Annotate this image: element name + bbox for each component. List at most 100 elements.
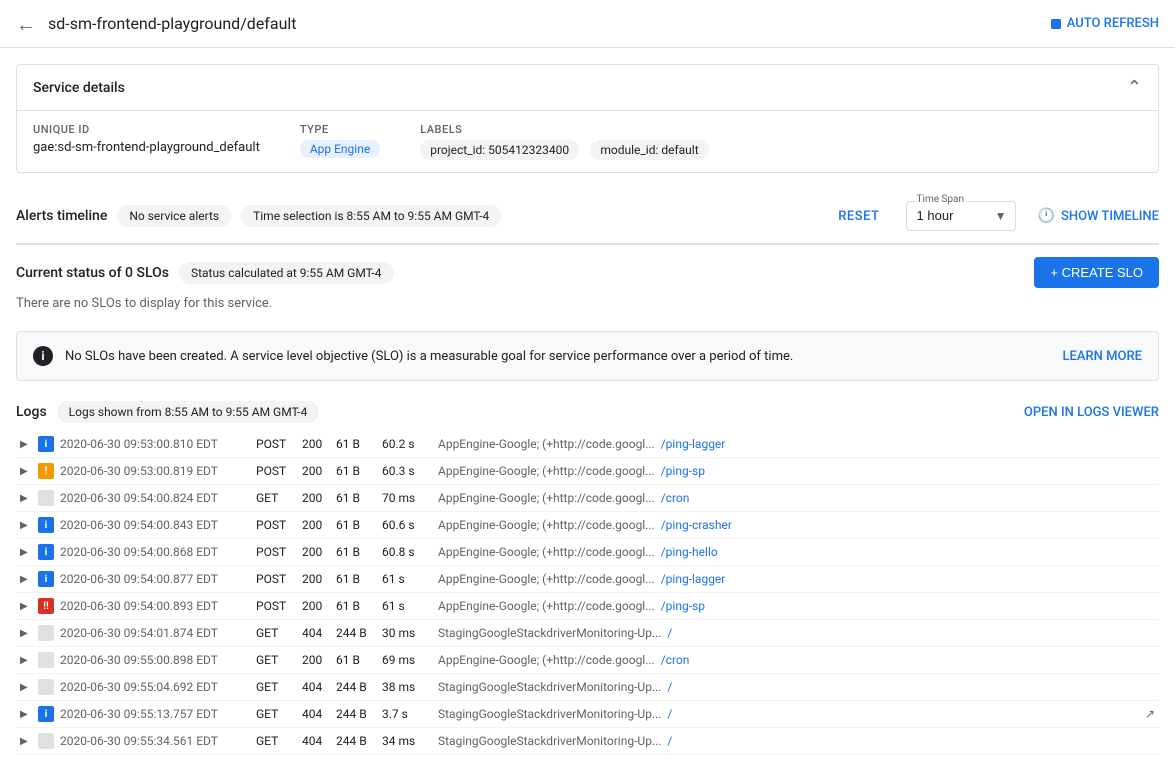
alerts-section: Alerts timeline No service alerts Time s… bbox=[16, 189, 1159, 244]
log-severity-icon: ! bbox=[38, 463, 54, 479]
label-chip-1: project_id: 505412323400 bbox=[420, 140, 579, 160]
log-agent: AppEngine-Google; (+http://code.googl... bbox=[438, 572, 655, 586]
log-severity-icon bbox=[38, 652, 54, 668]
external-link-icon[interactable]: ↗ bbox=[1145, 707, 1155, 721]
log-path[interactable]: / bbox=[667, 707, 672, 721]
log-duration: 60.3 s bbox=[382, 464, 432, 478]
log-datetime: 2020-06-30 09:55:04.692 EDT bbox=[60, 680, 250, 694]
log-path[interactable]: /ping-crasher bbox=[661, 518, 732, 532]
info-banner-text: No SLOs have been created. A service lev… bbox=[65, 349, 1051, 364]
log-method: POST bbox=[256, 437, 296, 451]
log-agent: AppEngine-Google; (+http://code.googl... bbox=[438, 545, 655, 559]
log-status: 200 bbox=[302, 464, 330, 478]
log-row: ▶ 2020-06-30 09:55:34.561 EDT GET 404 24… bbox=[16, 728, 1159, 755]
expand-log-button[interactable]: ▶ bbox=[20, 520, 32, 531]
log-method: GET bbox=[256, 626, 296, 640]
log-method: GET bbox=[256, 680, 296, 694]
log-agent: StagingGoogleStackdriverMonitoring-Up... bbox=[438, 680, 661, 694]
create-slo-button[interactable]: + CREATE SLO bbox=[1034, 257, 1159, 288]
reset-button[interactable]: RESET bbox=[838, 209, 879, 224]
show-timeline-button[interactable]: 🕛 SHOW TIMELINE bbox=[1038, 208, 1159, 224]
time-span-label: Time Span bbox=[915, 194, 966, 205]
log-path[interactable]: /ping-sp bbox=[661, 464, 705, 478]
back-button[interactable]: ← bbox=[16, 14, 36, 34]
log-method: POST bbox=[256, 518, 296, 532]
log-status: 200 bbox=[302, 437, 330, 451]
auto-refresh-button[interactable]: AUTO REFRESH bbox=[1051, 16, 1159, 31]
expand-log-button[interactable]: ▶ bbox=[20, 547, 32, 558]
log-size: 61 B bbox=[336, 437, 376, 451]
log-row: ▶ !! 2020-06-30 09:54:00.893 EDT POST 20… bbox=[16, 593, 1159, 620]
chevron-down-icon: ▼ bbox=[995, 209, 1007, 223]
log-row: ▶ i 2020-06-30 09:54:00.868 EDT POST 200… bbox=[16, 539, 1159, 566]
log-status: 404 bbox=[302, 707, 330, 721]
log-severity-icon bbox=[38, 679, 54, 695]
log-path[interactable]: /cron bbox=[661, 491, 690, 505]
log-status: 200 bbox=[302, 653, 330, 667]
log-size: 61 B bbox=[336, 491, 376, 505]
collapse-button[interactable]: ⌃ bbox=[1127, 77, 1142, 98]
service-details-card: Service details ⌃ UNIQUE ID gae:sd-sm-fr… bbox=[16, 64, 1159, 173]
expand-log-button[interactable]: ▶ bbox=[20, 574, 32, 585]
expand-log-button[interactable]: ▶ bbox=[20, 493, 32, 504]
log-severity-icon: !! bbox=[38, 598, 54, 614]
no-alerts-pill: No service alerts bbox=[117, 205, 231, 227]
expand-log-button[interactable]: ▶ bbox=[20, 628, 32, 639]
status-row: Current status of 0 SLOs Status calculat… bbox=[16, 245, 1159, 296]
log-duration: 60.6 s bbox=[382, 518, 432, 532]
auto-refresh-label: AUTO REFRESH bbox=[1067, 16, 1159, 31]
log-agent: AppEngine-Google; (+http://code.googl... bbox=[438, 653, 655, 667]
expand-log-button[interactable]: ▶ bbox=[20, 655, 32, 666]
log-agent: AppEngine-Google; (+http://code.googl... bbox=[438, 518, 655, 532]
log-size: 244 B bbox=[336, 680, 376, 694]
log-path[interactable]: / bbox=[667, 680, 672, 694]
expand-log-button[interactable]: ▶ bbox=[20, 601, 32, 612]
expand-log-button[interactable]: ▶ bbox=[20, 736, 32, 747]
log-duration: 61 s bbox=[382, 572, 432, 586]
log-duration: 70 ms bbox=[382, 491, 432, 505]
log-path[interactable]: /ping-lagger bbox=[661, 572, 726, 586]
log-row: ▶ i 2020-06-30 09:54:00.843 EDT POST 200… bbox=[16, 512, 1159, 539]
service-details-body: UNIQUE ID gae:sd-sm-frontend-playground_… bbox=[17, 111, 1158, 172]
logs-section: Logs Logs shown from 8:55 AM to 9:55 AM … bbox=[16, 393, 1159, 755]
log-size: 61 B bbox=[336, 464, 376, 478]
logs-time-pill: Logs shown from 8:55 AM to 9:55 AM GMT-4 bbox=[57, 401, 320, 423]
log-path[interactable]: / bbox=[667, 626, 672, 640]
labels-field: LABELS project_id: 505412323400 module_i… bbox=[420, 123, 708, 160]
status-chip: Status calculated at 9:55 AM GMT-4 bbox=[179, 262, 394, 284]
log-method: POST bbox=[256, 599, 296, 613]
open-logs-viewer-button[interactable]: OPEN IN LOGS VIEWER bbox=[1024, 405, 1159, 420]
learn-more-button[interactable]: LEARN MORE bbox=[1063, 349, 1142, 364]
log-duration: 38 ms bbox=[382, 680, 432, 694]
logs-header: Logs Logs shown from 8:55 AM to 9:55 AM … bbox=[16, 393, 1159, 431]
log-duration: 30 ms bbox=[382, 626, 432, 640]
log-status: 200 bbox=[302, 491, 330, 505]
log-duration: 34 ms bbox=[382, 734, 432, 748]
log-status: 200 bbox=[302, 518, 330, 532]
log-agent: AppEngine-Google; (+http://code.googl... bbox=[438, 599, 655, 613]
logs-container: ▶ i 2020-06-30 09:53:00.810 EDT POST 200… bbox=[16, 431, 1159, 755]
log-method: GET bbox=[256, 707, 296, 721]
time-span-select[interactable]: 1 hour 6 hours 1 day 1 week bbox=[917, 208, 987, 223]
expand-log-button[interactable]: ▶ bbox=[20, 439, 32, 450]
log-row: ▶ 2020-06-30 09:54:01.874 EDT GET 404 24… bbox=[16, 620, 1159, 647]
log-row: ▶ 2020-06-30 09:54:00.824 EDT GET 200 61… bbox=[16, 485, 1159, 512]
log-duration: 60.2 s bbox=[382, 437, 432, 451]
log-row: ▶ i 2020-06-30 09:53:00.810 EDT POST 200… bbox=[16, 431, 1159, 458]
expand-log-button[interactable]: ▶ bbox=[20, 709, 32, 720]
info-banner: i No SLOs have been created. A service l… bbox=[16, 331, 1159, 381]
log-status: 200 bbox=[302, 545, 330, 559]
log-path[interactable]: /cron bbox=[661, 653, 690, 667]
expand-log-button[interactable]: ▶ bbox=[20, 466, 32, 477]
log-path[interactable]: /ping-lagger bbox=[661, 437, 726, 451]
log-status: 200 bbox=[302, 599, 330, 613]
log-status: 404 bbox=[302, 734, 330, 748]
log-status: 200 bbox=[302, 572, 330, 586]
log-method: GET bbox=[256, 653, 296, 667]
log-path[interactable]: /ping-hello bbox=[661, 545, 718, 559]
clock-icon: 🕛 bbox=[1038, 208, 1055, 224]
expand-log-button[interactable]: ▶ bbox=[20, 682, 32, 693]
unique-id-label: UNIQUE ID bbox=[33, 123, 260, 136]
log-path[interactable]: /ping-sp bbox=[661, 599, 705, 613]
log-path[interactable]: / bbox=[667, 734, 672, 748]
